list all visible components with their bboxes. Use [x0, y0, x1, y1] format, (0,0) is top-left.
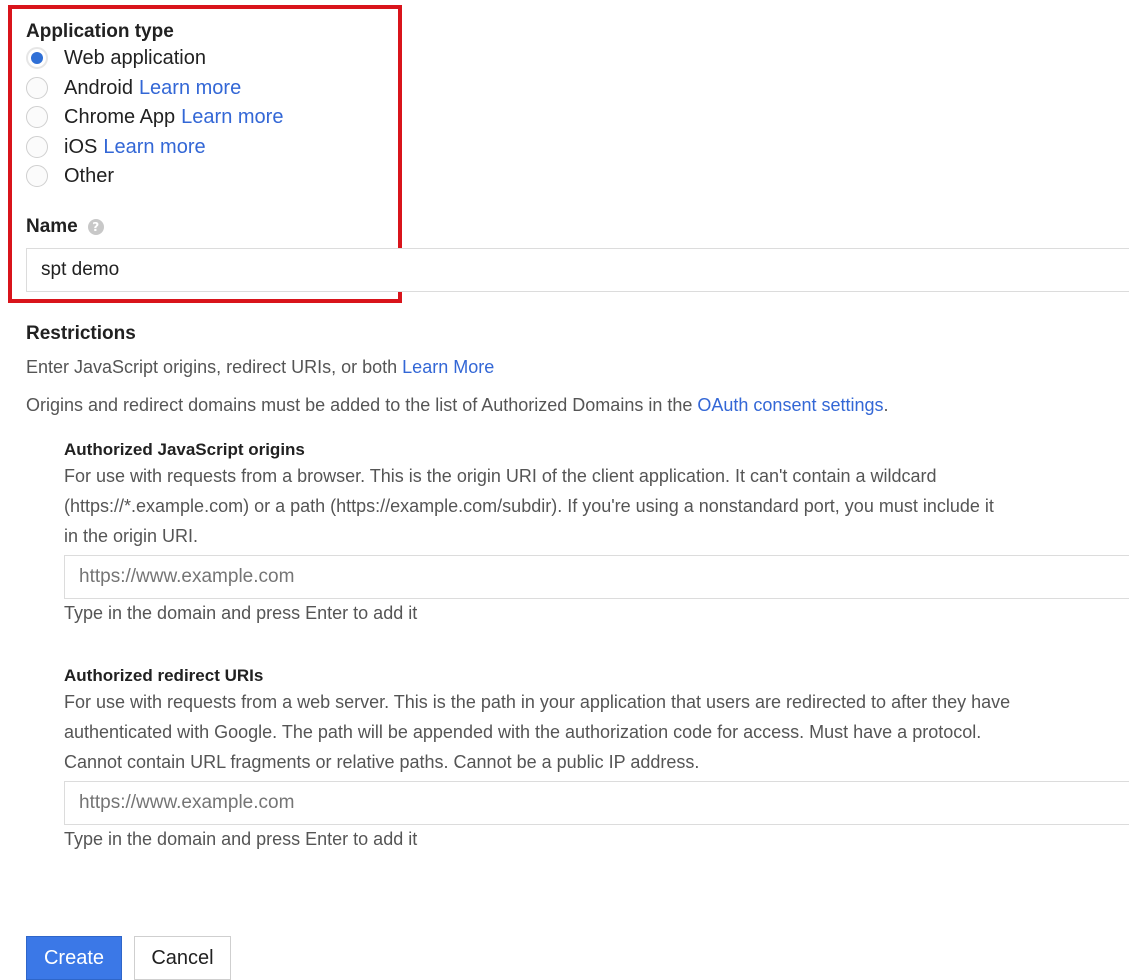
restrictions-intro: Enter JavaScript origins, redirect URIs,…: [26, 352, 494, 382]
radio-other[interactable]: [26, 165, 48, 187]
radio-android[interactable]: [26, 77, 48, 99]
redirect-uris-input[interactable]: [64, 781, 1129, 825]
redirect-uris-title: Authorized redirect URIs: [64, 666, 264, 685]
radio-option-web-application[interactable]: Web application: [26, 44, 206, 72]
chrome-app-learn-more-link[interactable]: Learn more: [181, 106, 283, 129]
radio-web-application[interactable]: [26, 47, 48, 69]
radio-option-chrome-app[interactable]: Chrome App Learn more: [26, 103, 283, 131]
js-origins-input[interactable]: [64, 555, 1129, 599]
radio-option-ios[interactable]: iOS Learn more: [26, 133, 206, 161]
description-line: For use with requests from a browser. Th…: [64, 466, 937, 486]
radio-option-other[interactable]: Other: [26, 162, 114, 190]
restrictions-intro-text: Enter JavaScript origins, redirect URIs,…: [26, 357, 398, 377]
radio-chrome-app[interactable]: [26, 106, 48, 128]
name-label: Name: [26, 216, 78, 237]
js-origins-description: For use with requests from a browser. Th…: [64, 461, 1129, 551]
description-line: Cannot contain URL fragments or relative…: [64, 752, 700, 772]
radio-label: iOS: [64, 135, 98, 158]
description-line: authenticated with Google. The path will…: [64, 722, 982, 742]
redirect-uris-hint: Type in the domain and press Enter to ad…: [64, 829, 418, 849]
domains-notice: Origins and redirect domains must be add…: [26, 390, 889, 420]
radio-label: Web application: [64, 46, 206, 69]
domains-notice-suffix: .: [883, 395, 889, 415]
android-learn-more-link[interactable]: Learn more: [139, 77, 241, 100]
description-line: (https://*.example.com) or a path (https…: [64, 496, 994, 516]
cancel-button[interactable]: Cancel: [134, 936, 231, 980]
help-icon[interactable]: ?: [87, 219, 104, 235]
radio-ios[interactable]: [26, 136, 48, 158]
radio-label: Android: [64, 76, 133, 99]
description-line: For use with requests from a web server.…: [64, 692, 1011, 712]
ios-learn-more-link[interactable]: Learn more: [103, 136, 205, 159]
radio-label: Chrome App: [64, 105, 176, 128]
oauth-consent-settings-link[interactable]: OAuth consent settings: [697, 395, 883, 415]
js-origins-title: Authorized JavaScript origins: [64, 440, 305, 459]
description-line: in the origin URI.: [64, 526, 199, 546]
domains-notice-text: Origins and redirect domains must be add…: [26, 395, 693, 415]
name-label-row: Name ?: [26, 216, 104, 238]
name-input[interactable]: [26, 248, 1129, 292]
create-button[interactable]: Create: [26, 936, 122, 980]
radio-label: Other: [64, 164, 115, 187]
application-type-title: Application type: [26, 21, 174, 42]
redirect-uris-description: For use with requests from a web server.…: [64, 687, 1129, 777]
radio-option-android[interactable]: Android Learn more: [26, 74, 241, 102]
restrictions-learn-more-link[interactable]: Learn More: [402, 357, 494, 377]
js-origins-hint: Type in the domain and press Enter to ad…: [64, 603, 418, 623]
restrictions-title: Restrictions: [26, 323, 136, 344]
